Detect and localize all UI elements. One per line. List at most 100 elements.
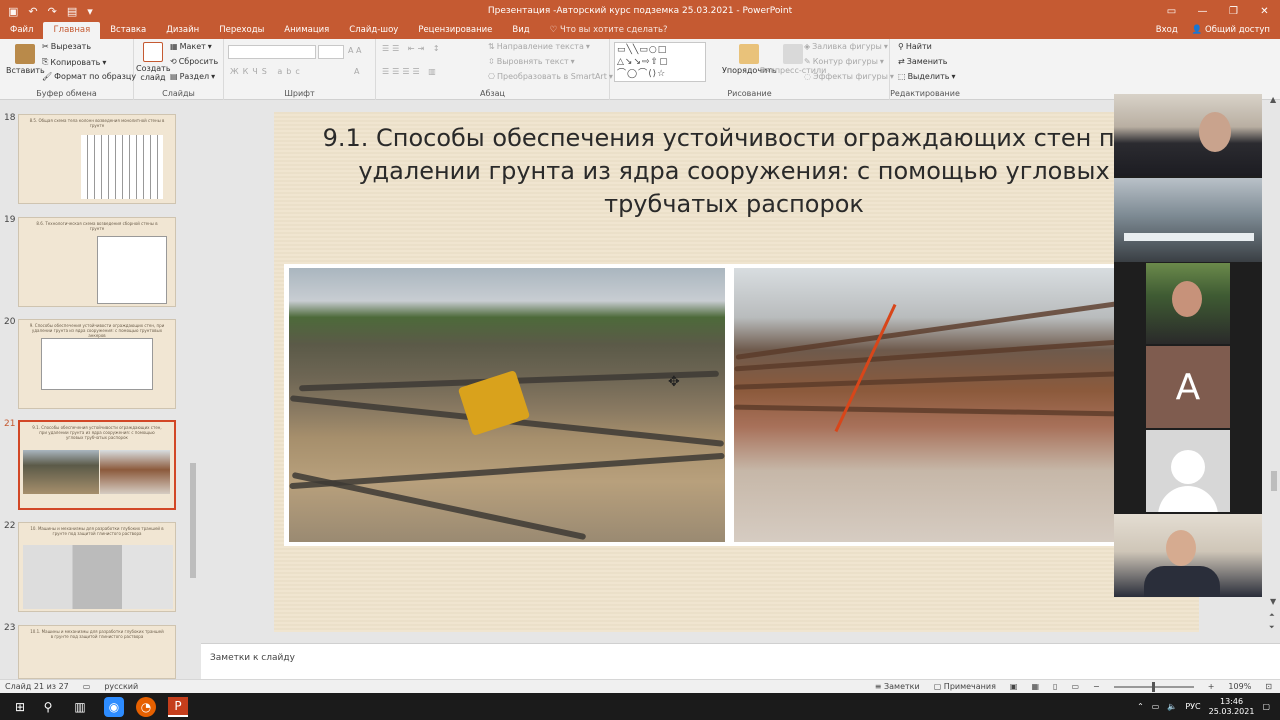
network-icon[interactable]: ▭	[1152, 702, 1160, 711]
slide-sorter-icon[interactable]: ▦	[1031, 682, 1039, 691]
language-indicator[interactable]: русский	[104, 682, 138, 691]
excavation-photo-left[interactable]	[289, 268, 725, 542]
tray-chevron-icon[interactable]: ⌃	[1137, 702, 1144, 711]
next-slide-icon[interactable]: ⏷	[1269, 623, 1275, 632]
shape-outline-button[interactable]: ✎ Контур фигуры ▾	[804, 57, 884, 66]
list-buttons[interactable]: ☰☰ ⇤⇥ ↕	[382, 44, 443, 53]
share-button[interactable]: 👤 Общий доступ	[1192, 25, 1270, 35]
scrollbar-thumb[interactable]	[190, 463, 196, 578]
tab-animations[interactable]: Анимация	[274, 22, 339, 39]
zoom-slider-thumb[interactable]	[1151, 681, 1155, 692]
undo-icon[interactable]: ↶	[28, 5, 37, 18]
cut-button[interactable]: ✂ Вырезать	[42, 42, 91, 51]
font-style-buttons[interactable]: ЖКЧS abc	[230, 67, 304, 76]
replace-button[interactable]: ⇄ Заменить	[898, 57, 948, 66]
slide-thumbnail-21[interactable]: 9.1. Способы обеспечения устойчивости ог…	[16, 418, 178, 512]
select-button[interactable]: ⬚ Выделить ▾	[898, 72, 956, 81]
font-color-button[interactable]: A	[354, 67, 359, 76]
video-tile-participant-2[interactable]	[1114, 178, 1262, 262]
video-tile-participant-1[interactable]	[1114, 94, 1262, 176]
keyboard-language[interactable]: РУС	[1185, 702, 1200, 711]
clock[interactable]: 13:46 25.03.2021	[1209, 697, 1255, 717]
tab-file[interactable]: Файл	[0, 22, 43, 39]
zoom-app-icon[interactable]: ◉	[104, 697, 124, 717]
shape-fill-button[interactable]: ◈ Заливка фигуры ▾	[804, 42, 888, 51]
zoom-in-icon[interactable]: +	[1208, 682, 1215, 691]
tab-insert[interactable]: Вставка	[100, 22, 156, 39]
notes-pane[interactable]: Заметки к слайду	[201, 643, 1280, 679]
smartart-button[interactable]: ⎔ Преобразовать в SmartArt ▾	[488, 72, 613, 81]
tab-design[interactable]: Дизайн	[156, 22, 209, 39]
normal-view-icon[interactable]: ▣	[1010, 682, 1018, 691]
volume-icon[interactable]: 🔈	[1167, 702, 1177, 711]
spellcheck-icon[interactable]: ▭	[83, 682, 91, 691]
text-direction-button[interactable]: ⇅ Направление текста ▾	[488, 42, 590, 51]
start-slideshow-icon[interactable]: ▤	[67, 5, 77, 18]
notes-toggle[interactable]: ≡ Заметки	[875, 682, 920, 691]
task-view-icon[interactable]: ▥	[70, 697, 90, 717]
find-button[interactable]: ⚲ Найти	[898, 42, 932, 51]
customize-qat-icon[interactable]: ▾	[87, 5, 93, 18]
video-tile-participant-3[interactable]	[1146, 263, 1230, 344]
font-size-field[interactable]	[318, 45, 344, 59]
thumbnails-scrollbar[interactable]	[189, 103, 198, 677]
minimize-button[interactable]: —	[1187, 0, 1218, 22]
video-tile-participant-6[interactable]	[1114, 514, 1262, 597]
align-buttons[interactable]: ☰☰☰☰ ▥	[382, 67, 439, 76]
tab-home[interactable]: Главная	[43, 22, 101, 39]
new-slide-button[interactable]: Создать слайд	[136, 42, 171, 82]
previous-slide-icon[interactable]: ⏶	[1269, 611, 1275, 620]
tab-slideshow[interactable]: Слайд-шоу	[339, 22, 408, 39]
scrollbar-thumb[interactable]	[1271, 471, 1277, 491]
comment-icon: ▢	[933, 682, 944, 691]
layout-button[interactable]: ▦ Макет ▾	[170, 42, 212, 51]
shape-effects-button[interactable]: ◌ Эффекты фигуры ▾	[804, 72, 894, 81]
tab-view[interactable]: Вид	[502, 22, 539, 39]
slide-canvas[interactable]: 9.1. Способы обеспечения устойчивости ог…	[274, 112, 1199, 632]
comments-toggle[interactable]: ▢ Примечания	[934, 682, 996, 691]
signin-link[interactable]: Вход	[1156, 25, 1178, 35]
maximize-button[interactable]: ❐	[1218, 0, 1249, 22]
slide-thumbnail-22[interactable]: 10. Машины и механизмы для разработки гл…	[18, 522, 176, 612]
tab-review[interactable]: Рецензирование	[408, 22, 502, 39]
save-icon[interactable]: ▣	[8, 5, 18, 18]
tell-me-box[interactable]: ♡ Что вы хотите сделать?	[540, 22, 678, 39]
paste-button[interactable]: Вставить	[6, 44, 45, 75]
video-tile-no-photo[interactable]	[1146, 430, 1230, 512]
slide-thumbnail-18[interactable]: 8.5. Общая схема тела колонн возведения …	[18, 114, 176, 204]
reset-button[interactable]: ⟲ Сбросить	[170, 57, 218, 66]
zoom-level[interactable]: 109%	[1228, 682, 1251, 691]
slide-thumbnail-20[interactable]: 9. Способы обеспечения устойчивости огра…	[18, 319, 176, 409]
fit-to-window-icon[interactable]: ⊡	[1265, 682, 1272, 691]
notifications-icon[interactable]: ▢	[1262, 702, 1270, 711]
slide-title[interactable]: 9.1. Способы обеспечения устойчивости ог…	[294, 122, 1174, 221]
search-icon[interactable]: ⚲	[38, 697, 58, 717]
firefox-icon[interactable]: ◔	[136, 697, 156, 717]
zoom-out-icon[interactable]: −	[1093, 682, 1100, 691]
redo-icon[interactable]: ↷	[48, 5, 57, 18]
main-scrollbar[interactable]: ▲ ▼ ⏶ ⏷	[1268, 95, 1280, 641]
excavation-photo-right[interactable]	[733, 268, 1121, 542]
slide-thumbnail-23[interactable]: 10.1. Машины и механизмы для разработки …	[18, 625, 176, 679]
scroll-down-icon[interactable]: ▼	[1270, 597, 1276, 606]
section-button[interactable]: ▤ Раздел ▾	[170, 72, 215, 81]
shapes-gallery[interactable]: ▭╲╲▭○□ △↘↘⇨⇧▢ ⌒◯⌒⟨⟩☆	[614, 42, 706, 82]
strut-beam	[733, 404, 1121, 417]
powerpoint-icon[interactable]: P	[168, 697, 188, 717]
slideshow-view-icon[interactable]: ▭	[1071, 682, 1079, 691]
align-text-button[interactable]: ⇳ Выровнять текст ▾	[488, 57, 575, 66]
font-size-buttons[interactable]: A A	[348, 46, 362, 55]
zoom-slider[interactable]	[1113, 681, 1194, 692]
format-painter-button[interactable]: 🖌 Формат по образцу	[42, 72, 136, 81]
slide-thumbnail-19[interactable]: 8.6. Технологическая схема возведения сб…	[18, 217, 176, 307]
tab-transitions[interactable]: Переходы	[209, 22, 274, 39]
fill-icon: ◈	[804, 42, 811, 51]
reading-view-icon[interactable]: ▯	[1053, 682, 1057, 691]
copy-button[interactable]: ⎘ Копировать ▾	[42, 57, 106, 67]
video-tile-avatar-a[interactable]: A	[1146, 346, 1230, 428]
scroll-up-icon[interactable]: ▲	[1270, 95, 1276, 104]
ribbon-display-options-icon[interactable]: ▭	[1156, 0, 1187, 22]
font-name-field[interactable]	[228, 45, 316, 59]
close-button[interactable]: ✕	[1249, 0, 1280, 22]
windows-start-icon[interactable]: ⊞	[10, 697, 30, 717]
